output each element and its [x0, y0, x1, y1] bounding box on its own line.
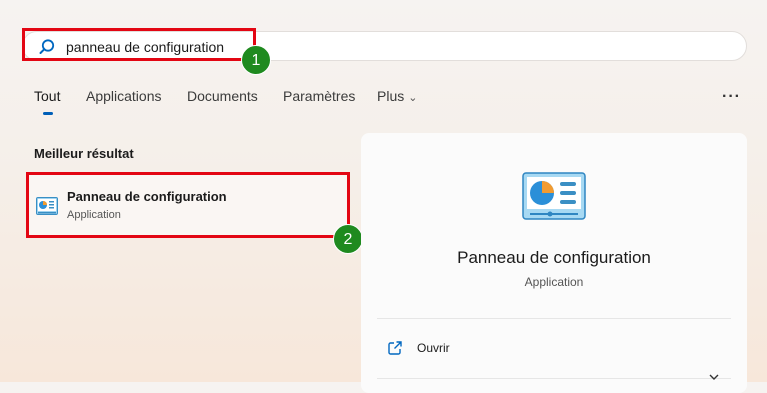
open-action-label: Ouvrir	[417, 341, 450, 355]
tab-settings[interactable]: Paramètres	[283, 88, 355, 104]
best-match-heading: Meilleur résultat	[34, 146, 134, 161]
annotation-highlight-search	[22, 28, 256, 61]
details-subtitle: Application	[524, 275, 584, 289]
active-tab-indicator	[43, 112, 53, 115]
chevron-down-icon: ⌄	[408, 92, 418, 104]
tab-all[interactable]: Tout	[34, 88, 60, 104]
details-divider	[377, 378, 731, 379]
tab-more[interactable]: Plus ⌄	[377, 88, 417, 104]
open-external-icon	[388, 341, 402, 355]
annotation-highlight-result	[26, 172, 350, 238]
open-action[interactable]: Ouvrir	[377, 333, 731, 363]
annotation-badge-2: 2	[333, 224, 363, 254]
control-panel-large-icon	[522, 172, 586, 220]
details-divider	[377, 318, 731, 319]
tab-applications[interactable]: Applications	[86, 88, 162, 104]
details-panel: Panneau de configuration Application Ouv…	[361, 133, 747, 393]
annotation-badge-1: 1	[241, 45, 271, 75]
tab-more-label: Plus	[377, 88, 405, 104]
more-dots-icon[interactable]: ···	[722, 88, 741, 106]
tab-documents[interactable]: Documents	[187, 88, 258, 104]
details-title: Panneau de configuration	[457, 248, 651, 267]
